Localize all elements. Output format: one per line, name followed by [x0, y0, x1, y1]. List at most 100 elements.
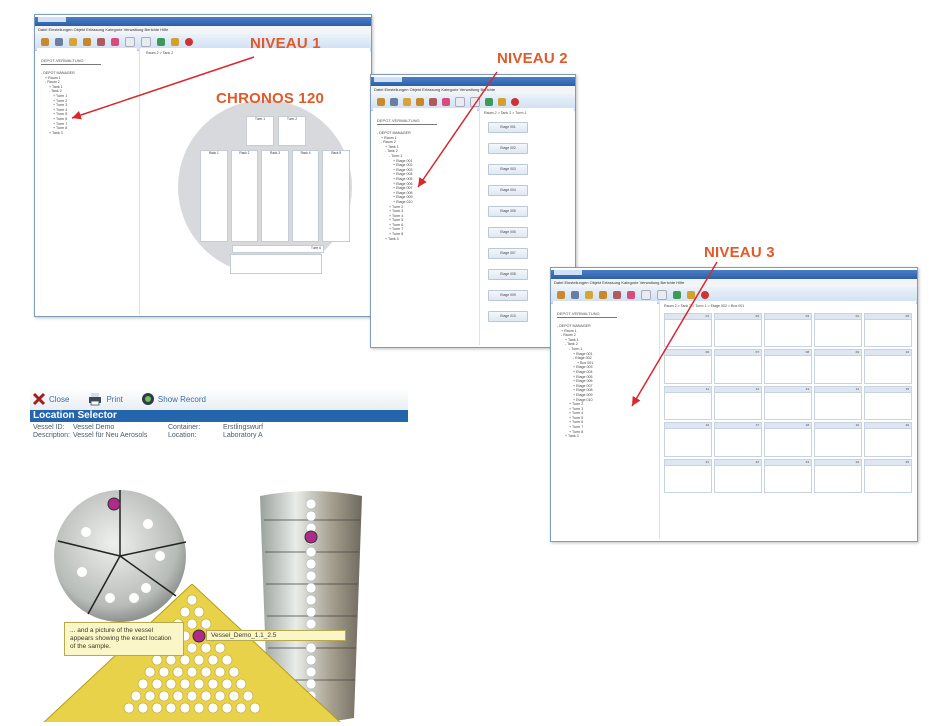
home-icon[interactable]	[41, 38, 49, 46]
box-cell[interactable]: 24	[814, 458, 862, 493]
box-cell[interactable]: 22	[714, 458, 762, 493]
cell-number: 15	[865, 386, 911, 393]
menu-bar[interactable]: Datei Einstellungen Objekt Erfassung Kat…	[551, 279, 917, 287]
key-icon[interactable]	[498, 98, 506, 106]
stage-button[interactable]: Etage 006	[488, 227, 528, 238]
save-icon[interactable]	[429, 98, 437, 106]
cell-number: 01	[665, 314, 711, 320]
help-icon[interactable]	[185, 38, 193, 46]
tree-item[interactable]: + Tank 3	[41, 131, 137, 136]
box-cell[interactable]: 25	[864, 458, 912, 493]
stage-button[interactable]: Etage 001	[488, 122, 528, 133]
help-icon[interactable]	[701, 291, 709, 299]
close-button[interactable]: Close	[32, 392, 69, 406]
document-icon[interactable]	[455, 97, 465, 107]
menu-bar[interactable]: Datei Einstellungen Objekt Erfassung Kat…	[35, 26, 371, 34]
cell-number: 09	[815, 350, 861, 357]
box-cell[interactable]: 06	[664, 349, 712, 384]
box-cell[interactable]: 16	[664, 422, 712, 457]
tree-icon[interactable]	[673, 291, 681, 299]
tree-icon[interactable]	[485, 98, 493, 106]
folder-icon[interactable]	[403, 98, 411, 106]
box-icon[interactable]	[83, 38, 91, 46]
stage-button[interactable]: Etage 009	[488, 290, 528, 301]
stage-button[interactable]: Etage 005	[488, 206, 528, 217]
save-icon[interactable]	[97, 38, 105, 46]
rack-top-2[interactable]: Turm 2	[278, 116, 306, 146]
stage-button[interactable]: Etage 004	[488, 185, 528, 196]
menu-bar[interactable]: Datei Einstellungen Objekt Erfassung Kat…	[371, 86, 575, 94]
help-icon[interactable]	[511, 98, 519, 106]
info-tooltip: ... and a picture of the vessel appears …	[64, 622, 184, 656]
document-icon[interactable]	[125, 37, 135, 47]
stage-button[interactable]: Etage 010	[488, 311, 528, 322]
box-cell[interactable]: 12	[714, 385, 762, 421]
box-cell[interactable]: 09	[814, 349, 862, 384]
info-label: Description:	[33, 432, 70, 439]
box-cell[interactable]: 21	[664, 458, 712, 493]
bottom-box[interactable]	[230, 254, 322, 274]
box-cell[interactable]: 15	[864, 385, 912, 421]
box-icon[interactable]	[599, 291, 607, 299]
folder-icon[interactable]	[585, 291, 593, 299]
copy-icon[interactable]	[657, 290, 667, 300]
print-button[interactable]: Print	[87, 392, 123, 406]
edit-icon[interactable]	[442, 98, 450, 106]
tree-item[interactable]: + Tank 3	[557, 434, 657, 439]
content-pane: Raum 2 > Tank 2 Turm 1 Turm 2 Rack 1 Rack…	[139, 48, 370, 314]
box-cell[interactable]: 08	[764, 349, 812, 384]
box-cell[interactable]: 01	[664, 313, 712, 348]
key-icon[interactable]	[171, 38, 179, 46]
key-icon[interactable]	[687, 291, 695, 299]
box-icon[interactable]	[416, 98, 424, 106]
rack-top-1[interactable]: Turm 1	[246, 116, 274, 146]
copy-icon[interactable]	[470, 97, 480, 107]
rack-column[interactable]: Rack 3	[261, 150, 289, 242]
box-cell[interactable]: 04	[814, 313, 862, 348]
box-cell[interactable]: 07	[714, 349, 762, 384]
cell-number: 08	[765, 350, 811, 357]
box-cell[interactable]: 05	[864, 313, 912, 348]
box-cell[interactable]: 20	[864, 422, 912, 457]
rack-row: Rack 1 Rack 2 Rack 3 Rack 4 Rack 5	[200, 150, 350, 242]
rack-column[interactable]: Rack 1	[200, 150, 228, 242]
user-icon[interactable]	[55, 38, 63, 46]
cell-number: 19	[815, 423, 861, 430]
cell-number: 03	[765, 314, 811, 320]
box-cell[interactable]: 02	[714, 313, 762, 348]
rack-column[interactable]: Rack 2	[230, 150, 259, 242]
edit-icon[interactable]	[627, 291, 635, 299]
stage-button[interactable]: Etage 008	[488, 269, 528, 280]
home-icon[interactable]	[557, 291, 565, 299]
user-icon[interactable]	[571, 291, 579, 299]
box-cell[interactable]: 17	[714, 422, 762, 457]
user-icon[interactable]	[390, 98, 398, 106]
save-icon[interactable]	[613, 291, 621, 299]
stage-button[interactable]: Etage 002	[488, 143, 528, 154]
box-cell[interactable]: 18	[764, 422, 812, 457]
show-record-button[interactable]: Show Record	[141, 392, 206, 406]
box-cell[interactable]: 14	[814, 385, 862, 421]
box-cell[interactable]: 10	[864, 349, 912, 384]
stage-button[interactable]: Etage 003	[488, 164, 528, 175]
tree-icon[interactable]	[157, 38, 165, 46]
cell-number: 10	[865, 350, 911, 357]
document-icon[interactable]	[641, 290, 651, 300]
print-label: Print	[106, 394, 123, 404]
edit-icon[interactable]	[111, 38, 119, 46]
folder-icon[interactable]	[69, 38, 77, 46]
rack-column[interactable]: Rack 4	[291, 150, 320, 242]
tree-item[interactable]: + Tank 3	[377, 237, 477, 242]
stage-button[interactable]: Etage 007	[488, 248, 528, 259]
box-cell[interactable]: 03	[764, 313, 812, 348]
copy-icon[interactable]	[141, 37, 151, 47]
cell-number: 04	[815, 314, 861, 320]
box-cell[interactable]: 11	[664, 385, 712, 421]
box-cell[interactable]: 19	[814, 422, 862, 457]
label-niveau-3: NIVEAU 3	[704, 244, 775, 261]
home-icon[interactable]	[377, 98, 385, 106]
rack-column[interactable]: Rack 5	[322, 150, 350, 242]
box-cell[interactable]: 13	[764, 385, 812, 421]
box-cell[interactable]: 23	[764, 458, 812, 493]
bottom-rack[interactable]: Turm 6	[232, 245, 324, 253]
